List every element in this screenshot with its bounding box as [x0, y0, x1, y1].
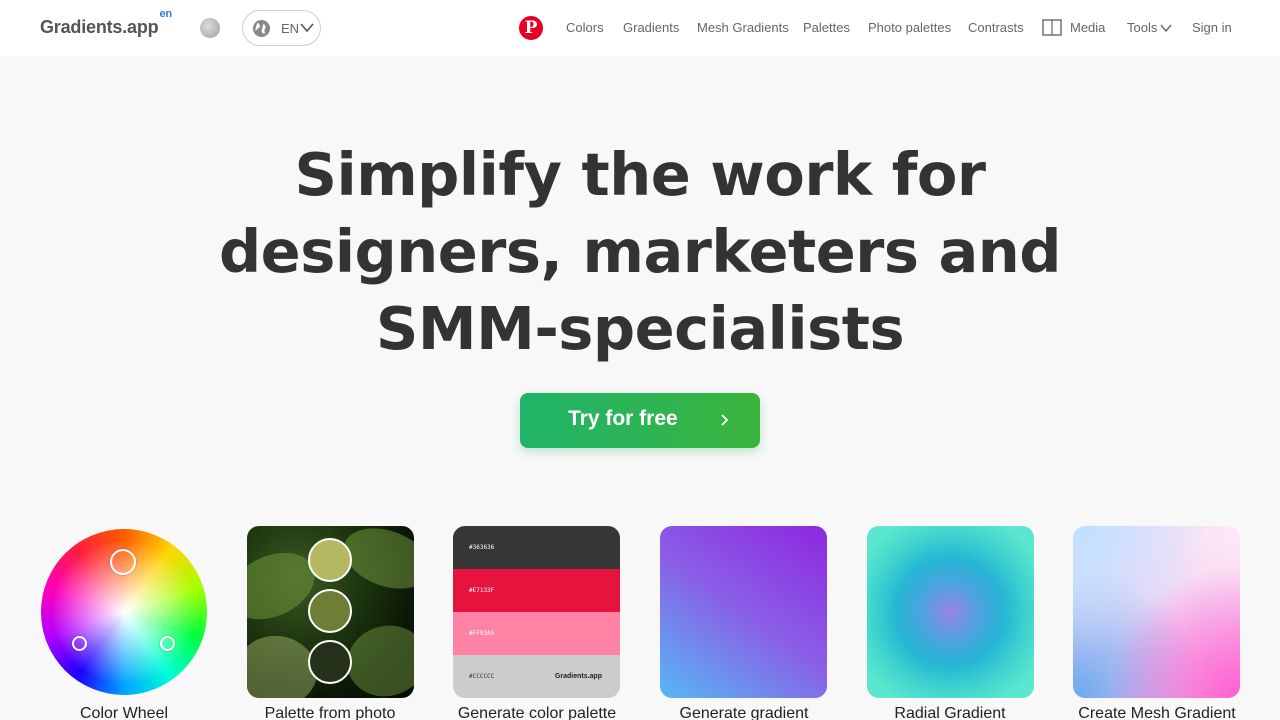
nav-media[interactable]: Media [1070, 20, 1105, 35]
tile-label-mesh-gradient[interactable]: Create Mesh Gradient [1057, 705, 1257, 720]
color-wheel-handle-secondary[interactable] [72, 636, 87, 651]
tile-label-radial-gradient[interactable]: Radial Gradient [850, 705, 1050, 720]
mesh-gradient-tile[interactable] [1073, 526, 1240, 698]
nav-gradients[interactable]: Gradients [623, 20, 679, 35]
nav-sign-in[interactable]: Sign in [1192, 20, 1232, 35]
hero-title: Simplify the work for designers, markete… [0, 136, 1280, 367]
tile-label-color-wheel[interactable]: Color Wheel [24, 705, 224, 720]
photo-swatch-2 [308, 589, 352, 633]
nav-tools-label: Tools [1127, 20, 1158, 35]
color-wheel-handle-tertiary[interactable] [160, 636, 175, 651]
language-code: EN [281, 21, 300, 36]
palette-row-2: #E7133F [453, 569, 620, 612]
site-header: Gradients.appen EN P Colors Gradients Me… [0, 0, 1280, 56]
palette-brand: Gradients.app [554, 673, 602, 680]
palette-row-1: #363636 [453, 526, 620, 569]
color-wheel-handle-primary[interactable] [110, 549, 136, 575]
logo-language-badge: en [159, 8, 172, 20]
palette-hex-1: #363636 [469, 544, 495, 551]
nav-palettes[interactable]: Palettes [803, 20, 850, 35]
chevron-right-icon [721, 414, 729, 426]
tile-label-generate-color-palette[interactable]: Generate color palette [437, 705, 637, 720]
generate-color-palette-tile[interactable]: #363636 #E7133F #FF83A5 #CCCCCC Gradients… [453, 526, 620, 698]
radial-gradient-tile[interactable] [867, 526, 1034, 698]
nav-contrasts[interactable]: Contrasts [968, 20, 1024, 35]
pinterest-icon[interactable]: P [519, 16, 543, 40]
globe-icon [252, 19, 271, 38]
media-book-icon[interactable] [1042, 19, 1062, 36]
logo-text: Gradients.app [40, 17, 159, 37]
nav-photo-palettes[interactable]: Photo palettes [868, 20, 951, 35]
palette-hex-4: #CCCCCC [469, 673, 495, 680]
tile-label-palette-from-photo[interactable]: Palette from photo [230, 705, 430, 720]
language-selector[interactable]: EN [242, 10, 321, 46]
nav-mesh-gradients[interactable]: Mesh Gradients [697, 20, 789, 35]
palette-hex-2: #E7133F [469, 587, 495, 594]
palette-row-3: #FF83A5 [453, 612, 620, 655]
nav-colors[interactable]: Colors [566, 20, 604, 35]
hero-title-line-2: designers, marketers and [218, 217, 1062, 286]
palette-row-4: #CCCCCC Gradients.app [453, 655, 620, 698]
theme-toggle-icon[interactable] [200, 18, 220, 38]
nav-tools[interactable]: Tools [1127, 20, 1172, 35]
palette-hex-3: #FF83A5 [469, 630, 495, 637]
tile-label-generate-gradient[interactable]: Generate gradient [644, 705, 844, 720]
generate-gradient-tile[interactable] [660, 526, 827, 698]
cta-label: Try for free [568, 407, 678, 430]
photo-swatch-3 [308, 640, 352, 684]
photo-swatch-1 [308, 538, 352, 582]
try-for-free-button[interactable]: Try for free [520, 393, 760, 448]
hero-title-line-1: Simplify the work for [294, 140, 986, 209]
hero-title-line-3: SMM-specialists [375, 294, 905, 363]
site-logo[interactable]: Gradients.appen [40, 8, 172, 38]
chevron-down-icon [1160, 24, 1172, 33]
chevron-down-icon [300, 23, 314, 33]
